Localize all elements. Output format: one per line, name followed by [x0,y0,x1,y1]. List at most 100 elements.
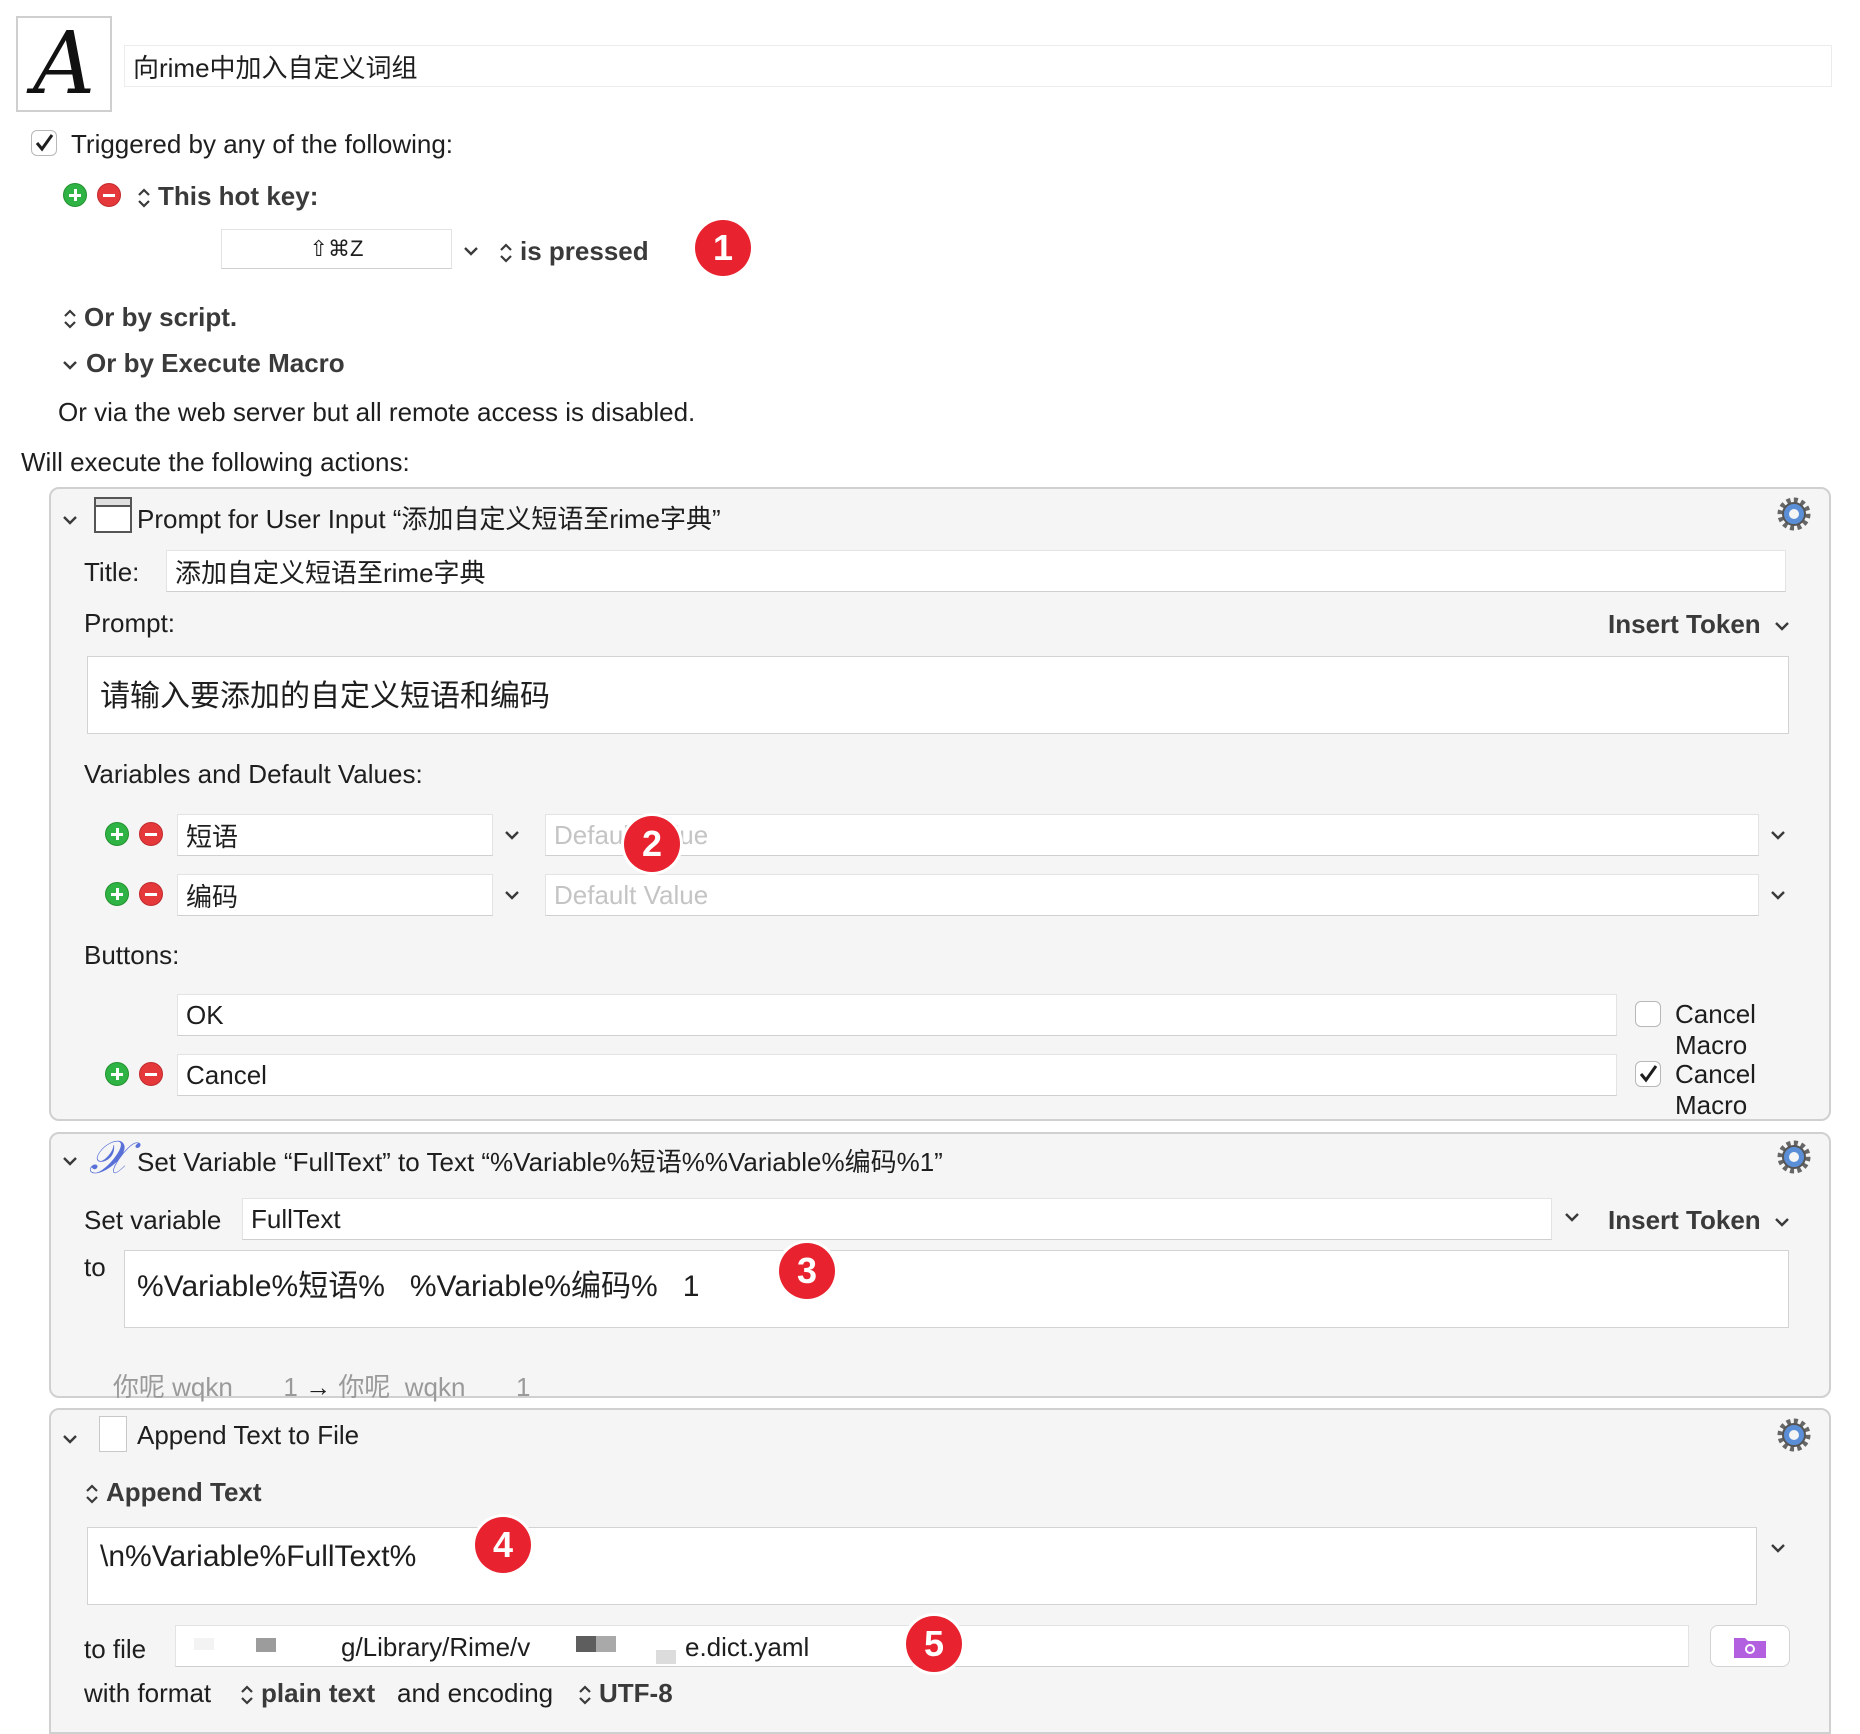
prompt-title-input[interactable]: 添加自定义短语至rime字典 [166,550,1786,592]
to-file-label: to file [84,1634,147,1664]
collapse-chevron-icon[interactable] [57,1148,83,1174]
variable-dropdown-chevron-icon[interactable] [499,882,525,908]
trigger-enabled-label: Triggered by any of the following: [71,129,454,159]
append-mode-text: Append Text [106,1477,262,1507]
variable-dropdown-chevron-icon[interactable] [1559,1204,1585,1230]
file-path-middle: g/Library/Rime/v [341,1632,531,1662]
collapse-chevron-icon[interactable] [57,507,83,533]
document-icon [99,1416,127,1452]
hotkey-dropdown-chevron-icon[interactable] [458,238,484,264]
to-label: to [84,1252,106,1282]
web-server-note: Or via the web server but all remote acc… [58,397,696,427]
variable-name-input[interactable]: 短语 [177,814,493,856]
variable-name-input[interactable]: FullText [242,1198,1552,1240]
default-dropdown-chevron-icon[interactable] [1765,882,1791,908]
variables-label: Variables and Default Values: [84,759,423,789]
button-label-value: Cancel [186,1059,267,1090]
prompt-title-value: 添加自定义短语至rime字典 [175,557,486,588]
macro-title-input[interactable]: 向rime中加入自定义词组 [124,45,1832,87]
folder-icon [1734,1638,1766,1658]
buttons-label: Buttons: [84,940,180,970]
hotkey-value: ⇧⌘Z [309,236,364,261]
set-variable-action: 𝒳 Set Variable “FullText” to Text “%Vari… [49,1130,1831,1402]
actions-heading: Will execute the following actions: [21,447,410,477]
variable-name-value: FullText [251,1203,341,1234]
variable-x-icon: 𝒳 [89,1130,129,1184]
hotkey-trigger-text: This hot key: [158,181,319,211]
button-label-value: OK [186,999,224,1030]
hotkey-trigger-label[interactable]: This hot key: [136,181,318,212]
variable-text-area[interactable]: %Variable%短语% %Variable%编码% 1 [124,1250,1789,1328]
remove-variable-icon[interactable] [139,882,163,906]
checkmark-icon [1639,1065,1658,1083]
format-label: with format [84,1678,212,1708]
redacted-block [596,1636,616,1652]
prompt-user-input-action: Prompt for User Input “添加自定义短语至rime字典” T… [49,487,1831,1121]
append-text-action: Append Text to File Append Text \n%Varia… [49,1408,1831,1734]
checkmark-icon [35,134,54,152]
title-field-label: Title: [84,557,140,587]
pressed-mode-selector[interactable]: is pressed [498,236,649,267]
append-mode-selector[interactable]: Append Text [84,1477,262,1508]
append-text-value: \n%Variable%FullText% [100,1540,417,1573]
variable-name-value: 编码 [186,881,239,912]
set-variable-action-title: Set Variable “FullText” to Text “%Variab… [137,1147,943,1177]
variable-name-input[interactable]: 编码 [177,874,493,916]
up-down-icon [241,1685,253,1705]
add-button-icon[interactable] [105,1062,129,1086]
variable-text-value: %Variable%短语% %Variable%编码% 1 [137,1270,700,1303]
button-label-input[interactable]: OK [177,994,1617,1036]
prompt-text-area[interactable]: 请输入要添加的自定义短语和编码 [87,656,1789,734]
execute-macro-trigger[interactable]: Or by Execute Macro [60,348,345,379]
variable-default-input[interactable]: Default Value [545,814,1759,856]
variable-default-input[interactable]: Default Value [545,874,1759,916]
up-down-icon [64,309,76,329]
gear-icon[interactable] [1773,1136,1815,1178]
button-label-input[interactable]: Cancel [177,1054,1617,1096]
variable-dropdown-chevron-icon[interactable] [499,822,525,848]
collapse-chevron-icon[interactable] [57,1426,83,1452]
insert-token-button-1[interactable]: Insert Token [1608,609,1792,640]
prompt-field-label: Prompt: [84,608,176,638]
append-text-area[interactable]: \n%Variable%FullText% [87,1527,1757,1605]
encoding-selector[interactable]: UTF-8 [577,1678,673,1709]
remove-variable-icon[interactable] [139,822,163,846]
hotkey-field[interactable]: ⇧⌘Z [221,229,452,269]
callout-badge-5: 5 [906,1616,962,1672]
insert-token-text: Insert Token [1608,1205,1761,1235]
add-variable-icon[interactable] [105,882,129,906]
append-action-title: Append Text to File [137,1420,360,1450]
trigger-enabled-checkbox[interactable] [31,130,57,156]
cancel-macro-checkbox[interactable] [1635,1001,1661,1027]
redacted-block [576,1636,596,1652]
up-down-icon [579,1685,591,1705]
remove-button-icon[interactable] [139,1062,163,1086]
redacted-block [194,1638,214,1650]
insert-token-button-2[interactable]: Insert Token [1608,1205,1792,1236]
insert-token-text: Insert Token [1608,609,1761,639]
default-value-placeholder: Default Value [554,879,709,910]
add-trigger-icon[interactable] [63,183,87,207]
encoding-label: and encoding [397,1678,554,1708]
callout-badge-4: 4 [475,1517,531,1573]
up-down-icon [138,188,150,208]
cancel-macro-checkbox[interactable] [1635,1061,1661,1087]
folder-picker-button[interactable] [1710,1625,1790,1667]
macro-title-text: 向rime中加入自定义词组 [133,52,418,83]
format-value: plain text [261,1678,376,1708]
file-path-end: e.dict.yaml [685,1632,810,1662]
remove-trigger-icon[interactable] [97,183,121,207]
add-variable-icon[interactable] [105,822,129,846]
append-text-dropdown-chevron-icon[interactable] [1765,1535,1791,1561]
gear-icon[interactable] [1773,1414,1815,1456]
script-trigger-selector[interactable]: Or by script. [62,302,237,333]
format-selector[interactable]: plain text [239,1678,375,1709]
callout-badge-3: 3 [779,1243,835,1299]
default-dropdown-chevron-icon[interactable] [1765,822,1791,848]
macro-icon-letter: A [32,14,96,114]
macro-icon[interactable]: A [16,16,112,112]
chevron-down-icon [63,361,77,370]
cancel-macro-label: Cancel Macro [1675,1059,1756,1120]
pressed-mode-text: is pressed [520,236,649,266]
gear-icon[interactable] [1773,493,1815,535]
